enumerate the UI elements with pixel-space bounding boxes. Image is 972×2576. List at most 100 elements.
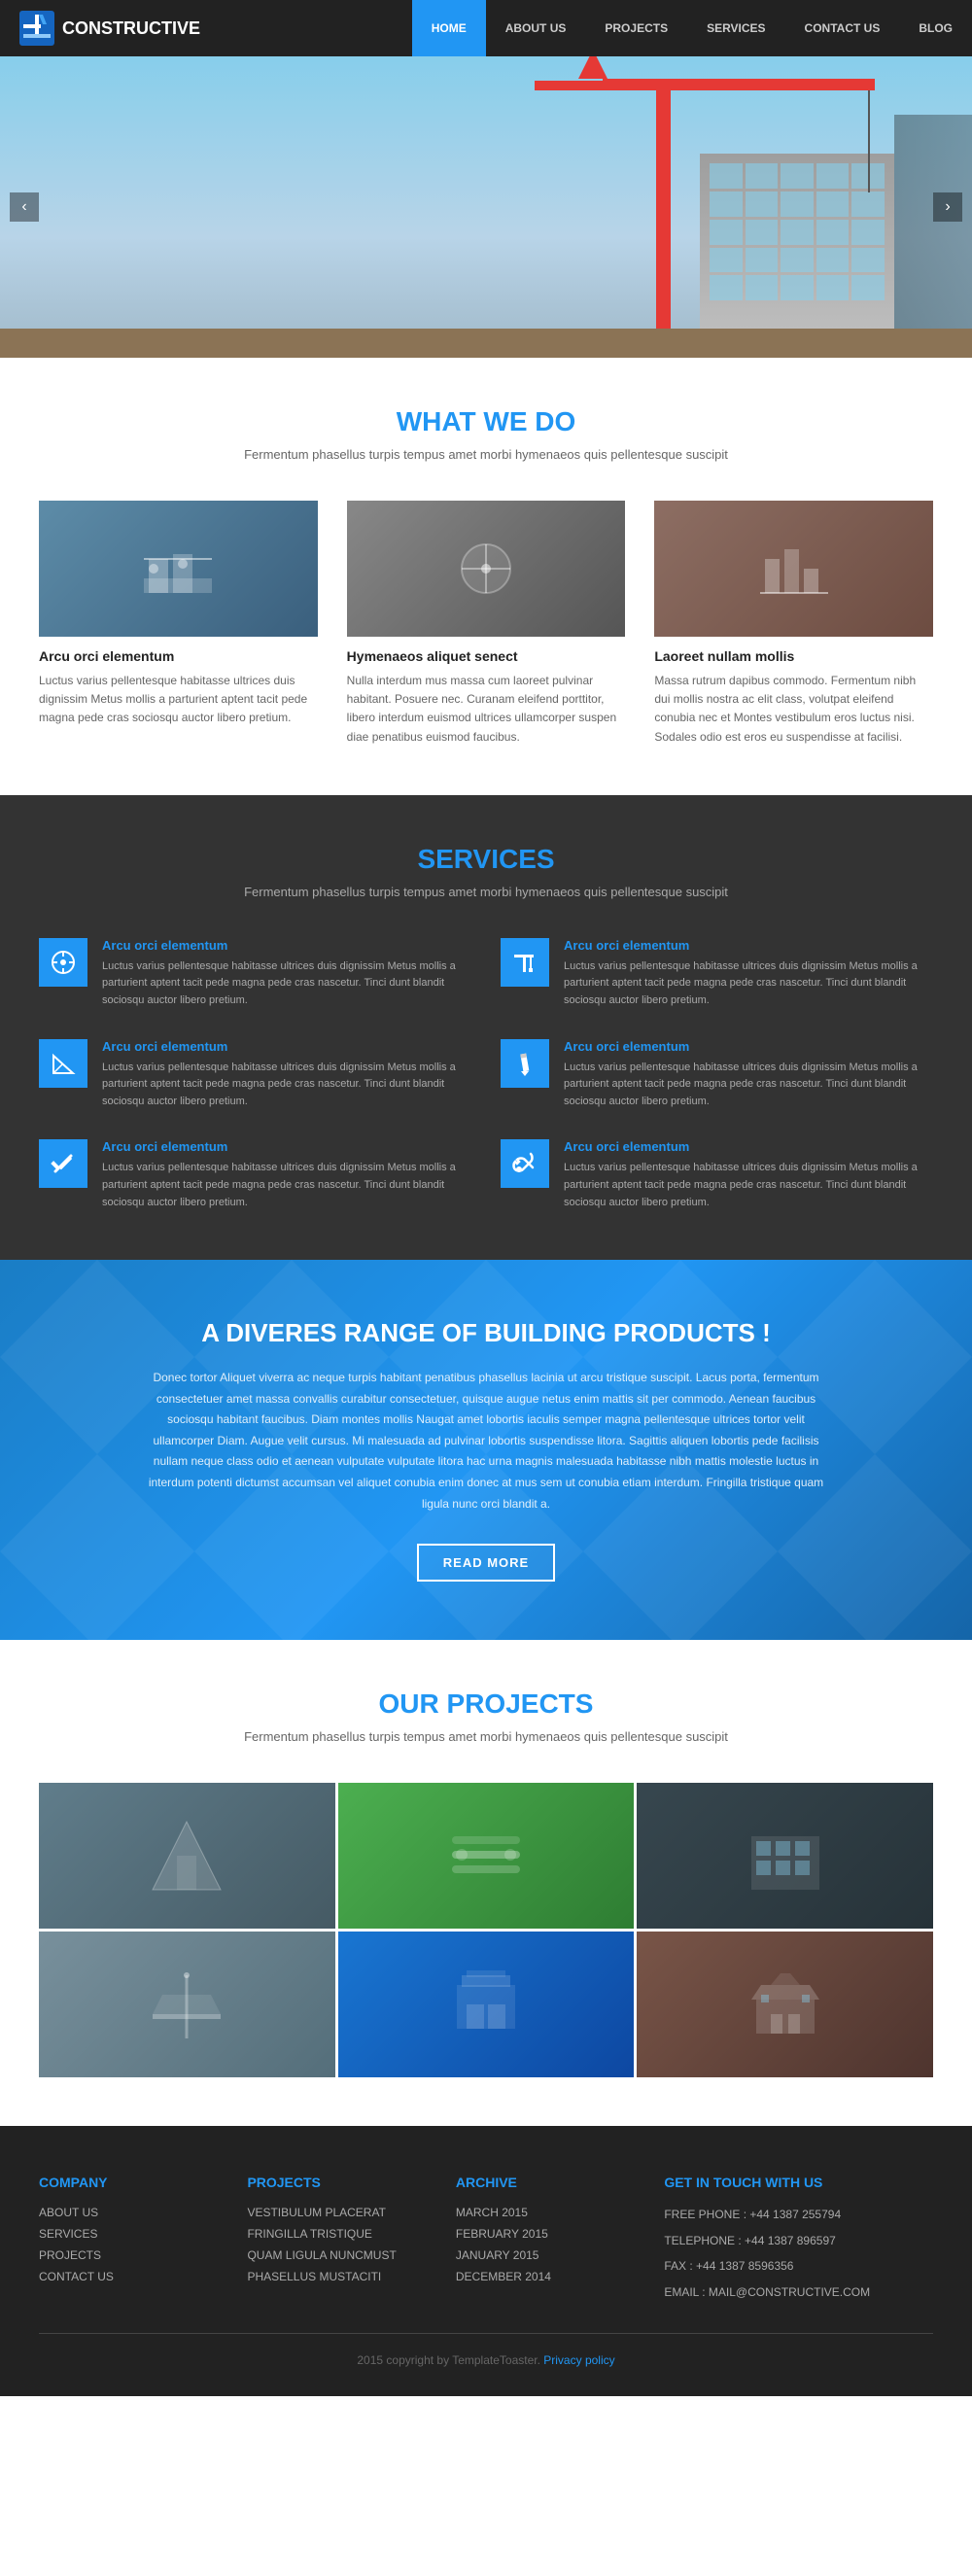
service-desc-5: Luctus varius pellentesque habitasse ult…: [102, 1160, 471, 1211]
service-desc-6: Luctus varius pellentesque habitasse ult…: [564, 1160, 933, 1211]
project-item-2[interactable]: [338, 1783, 635, 1929]
nav-services[interactable]: SERVICES: [687, 0, 784, 56]
nav-about[interactable]: ABOUT US: [486, 0, 586, 56]
projects-grid: [39, 1783, 933, 2077]
what-we-do-item-2-title: Hymenaeos aliquet senect: [347, 648, 626, 664]
what-we-do-grid: Arcu orci elementum Luctus varius pellen…: [39, 501, 933, 747]
footer-privacy-link[interactable]: Privacy policy: [543, 2353, 614, 2367]
projects-subtitle: Fermentum phasellus turpis tempus amet m…: [39, 1729, 933, 1744]
footer-company-link-2[interactable]: SERVICES: [39, 2227, 97, 2241]
project-item-5[interactable]: [338, 1932, 635, 2077]
footer-company-link-4[interactable]: CONTACT US: [39, 2270, 114, 2283]
screwdriver-icon: [50, 1150, 77, 1177]
project-image-6: [746, 1966, 824, 2043]
what-we-do-item-3-title: Laoreet nullam mollis: [654, 648, 933, 664]
service-desc-2: Luctus varius pellentesque habitasse ult…: [564, 958, 933, 1010]
footer-contact: GET IN TOUCH WITH US FREE PHONE : +44 13…: [664, 2175, 933, 2303]
work-image-3: [654, 501, 933, 637]
nav-contact[interactable]: CONTACT US: [785, 0, 900, 56]
work-image-2: [347, 501, 626, 637]
service-title-4: Arcu orci elementum: [564, 1039, 933, 1054]
service-desc-4: Luctus varius pellentesque habitasse ult…: [564, 1060, 933, 1111]
footer-company-title: COMPANY: [39, 2175, 218, 2190]
footer-projects-link-3[interactable]: QUAM LIGULA NUNCMUST: [247, 2248, 396, 2262]
footer-projects-link-2[interactable]: FRINGILLA TRISTIQUE: [247, 2227, 371, 2241]
work-image-1: [39, 501, 318, 637]
footer-email-value: MAIL@CONSTRUCTIVE.COM: [709, 2285, 870, 2299]
service-text-1: Arcu orci elementum Luctus varius pellen…: [102, 938, 471, 1010]
what-we-do-section: WHAT WE DO Fermentum phasellus turpis te…: [0, 358, 972, 795]
hero-building: [700, 154, 894, 329]
compass-icon: [50, 949, 77, 976]
service-text-4: Arcu orci elementum Luctus varius pellen…: [564, 1039, 933, 1111]
footer: COMPANY ABOUT US SERVICES PROJECTS CONTA…: [0, 2126, 972, 2395]
footer-archive-links: MARCH 2015 FEBRUARY 2015 JANUARY 2015 DE…: [456, 2205, 635, 2283]
project-image-3: [746, 1817, 824, 1895]
footer-projects-links: VESTIBULUM PLACERAT FRINGILLA TRISTIQUE …: [247, 2205, 426, 2283]
footer-fax-value: +44 1387 8596356: [696, 2259, 793, 2273]
footer-free-phone-label: FREE PHONE: [664, 2208, 740, 2221]
hero-prev-button[interactable]: ‹: [10, 192, 39, 222]
read-more-button[interactable]: READ MORE: [417, 1544, 555, 1582]
service-text-3: Arcu orci elementum Luctus varius pellen…: [102, 1039, 471, 1111]
service-title-6: Arcu orci elementum: [564, 1139, 933, 1154]
crane-icon: [511, 949, 538, 976]
project-item-4[interactable]: [39, 1932, 335, 2077]
service-item-5: Arcu orci elementum Luctus varius pellen…: [39, 1139, 471, 1211]
footer-archive-link-1[interactable]: MARCH 2015: [456, 2206, 528, 2219]
project-item-3[interactable]: [637, 1783, 933, 1929]
what-we-do-item-1: Arcu orci elementum Luctus varius pellen…: [39, 501, 318, 747]
what-we-do-item-2-text: Nulla interdum mus massa cum laoreet pul…: [347, 672, 626, 747]
footer-company-link-1[interactable]: ABOUT US: [39, 2206, 98, 2219]
service-item-2: Arcu orci elementum Luctus varius pellen…: [501, 938, 933, 1010]
service-icon-6: [501, 1139, 549, 1188]
navigation: CONSTRUCTIVE HOME ABOUT US PROJECTS SERV…: [0, 0, 972, 56]
project-item-6[interactable]: [637, 1932, 933, 2077]
footer-contact-title: GET IN TOUCH WITH US: [664, 2175, 933, 2190]
banner-section: A DIVERES RANGE OF BUILDING PRODUCTS ! D…: [0, 1260, 972, 1640]
projects-title: OUR PROJECTS: [39, 1688, 933, 1720]
footer-projects-link-1[interactable]: VESTIBULUM PLACERAT: [247, 2206, 385, 2219]
what-we-do-item-3: Laoreet nullam mollis Massa rutrum dapib…: [654, 501, 933, 747]
footer-bottom: 2015 copyright by TemplateToaster. Priva…: [39, 2333, 933, 2367]
footer-projects-link-4[interactable]: PHASELLUS MUSTACITI: [247, 2270, 381, 2283]
project-image-2: [447, 1817, 525, 1895]
what-we-do-item-2: Hymenaeos aliquet senect Nulla interdum …: [347, 501, 626, 747]
footer-projects: PROJECTS VESTIBULUM PLACERAT FRINGILLA T…: [247, 2175, 426, 2303]
footer-archive-link-2[interactable]: FEBRUARY 2015: [456, 2227, 548, 2241]
hero-section: ‹ ›: [0, 56, 972, 358]
logo[interactable]: CONSTRUCTIVE: [0, 11, 220, 46]
hero-crane-cable: [868, 90, 870, 192]
footer-archive-link-4[interactable]: DECEMBER 2014: [456, 2270, 551, 2283]
footer-archive-link-3[interactable]: JANUARY 2015: [456, 2248, 539, 2262]
project-item-1[interactable]: [39, 1783, 335, 1929]
banner-title: A DIVERES RANGE OF BUILDING PRODUCTS !: [78, 1318, 894, 1348]
hero-crane-arm: [603, 79, 875, 90]
project-image-1: [148, 1817, 226, 1895]
banner-text: Donec tortor Aliquet viverra ac neque tu…: [146, 1368, 826, 1514]
footer-telephone-value: +44 1387 896597: [745, 2234, 836, 2247]
hero-next-button[interactable]: ›: [933, 192, 962, 222]
nav-home[interactable]: HOME: [412, 0, 486, 56]
footer-company: COMPANY ABOUT US SERVICES PROJECTS CONTA…: [39, 2175, 218, 2303]
service-item-1: Arcu orci elementum Luctus varius pellen…: [39, 938, 471, 1010]
nav-blog[interactable]: BLOG: [899, 0, 972, 56]
footer-free-phone-value: +44 1387 255794: [749, 2208, 841, 2221]
service-desc-3: Luctus varius pellentesque habitasse ult…: [102, 1060, 471, 1111]
work-icon-2: [447, 540, 525, 598]
footer-company-link-3[interactable]: PROJECTS: [39, 2248, 101, 2262]
what-we-do-item-1-text: Luctus varius pellentesque habitasse ult…: [39, 672, 318, 728]
footer-company-links: ABOUT US SERVICES PROJECTS CONTACT US: [39, 2205, 218, 2283]
service-title-5: Arcu orci elementum: [102, 1139, 471, 1154]
service-icon-5: [39, 1139, 87, 1188]
footer-free-phone: FREE PHONE : +44 1387 255794: [664, 2205, 933, 2226]
hero-crane-counter: [535, 81, 612, 90]
service-icon-2: [501, 938, 549, 987]
nav-projects[interactable]: PROJECTS: [585, 0, 687, 56]
pencil-icon: [511, 1050, 538, 1077]
brand-name: CONSTRUCTIVE: [62, 18, 200, 39]
projects-section: OUR PROJECTS Fermentum phasellus turpis …: [0, 1640, 972, 2126]
footer-archive-title: ARCHIVE: [456, 2175, 635, 2190]
logo-icon: [19, 11, 54, 46]
hero-scaffold: [894, 115, 972, 329]
